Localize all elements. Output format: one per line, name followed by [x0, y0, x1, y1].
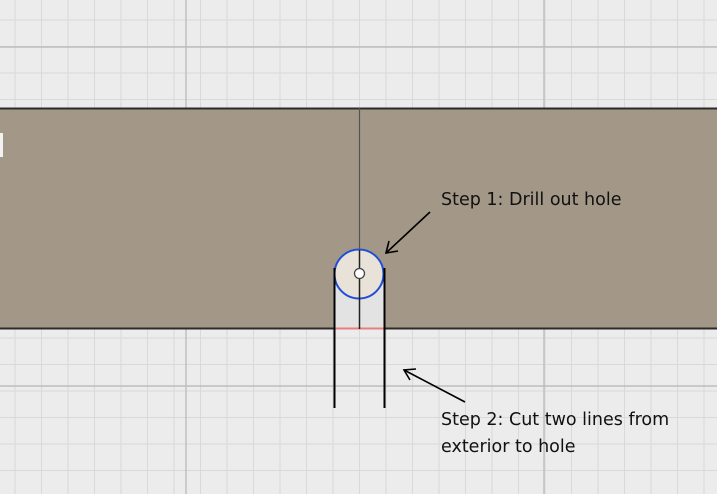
cad-canvas: Step 1: Drill out hole Step 2: Cut two l… [0, 0, 717, 494]
step2-label-line1: Step 2: Cut two lines from [441, 410, 669, 430]
hole-center-point [353, 267, 366, 280]
step2-label-line2: exterior to hole [441, 437, 576, 457]
step1-label: Step 1: Drill out hole [441, 190, 621, 210]
board-left-tick [0, 133, 3, 157]
diagram-svg: Step 1: Drill out hole Step 2: Cut two l… [0, 0, 717, 494]
